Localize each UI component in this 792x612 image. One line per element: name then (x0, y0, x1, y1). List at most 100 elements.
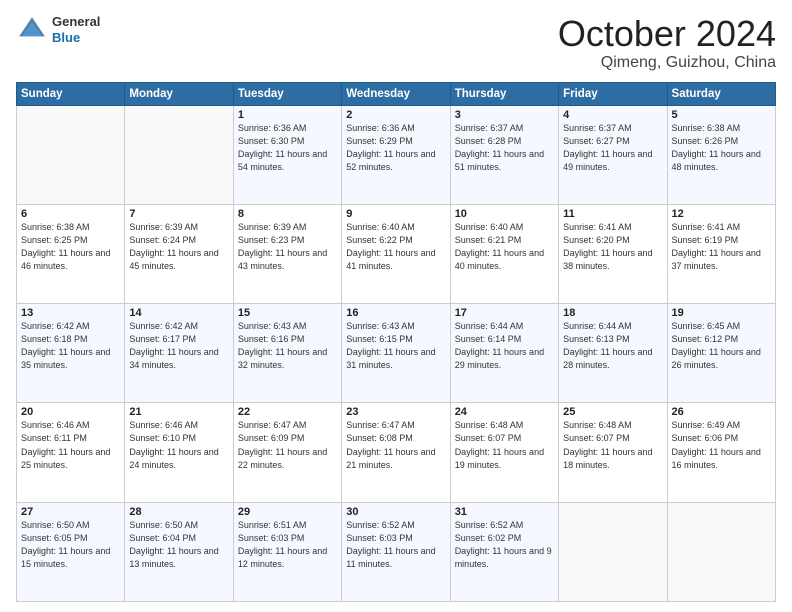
calendar-header-row: SundayMondayTuesdayWednesdayThursdayFrid… (17, 82, 776, 105)
calendar-cell: 2Sunrise: 6:36 AMSunset: 6:29 PMDaylight… (342, 105, 450, 204)
day-number: 4 (563, 109, 662, 121)
calendar-week-row: 13Sunrise: 6:42 AMSunset: 6:18 PMDayligh… (17, 304, 776, 403)
day-number: 24 (455, 406, 554, 418)
location-title: Qimeng, Guizhou, China (558, 54, 776, 72)
day-info: Sunrise: 6:50 AMSunset: 6:04 PMDaylight:… (129, 519, 228, 571)
calendar-cell: 9Sunrise: 6:40 AMSunset: 6:22 PMDaylight… (342, 204, 450, 303)
day-number: 5 (672, 109, 771, 121)
calendar-cell: 15Sunrise: 6:43 AMSunset: 6:16 PMDayligh… (233, 304, 341, 403)
day-number: 20 (21, 406, 120, 418)
calendar-cell: 24Sunrise: 6:48 AMSunset: 6:07 PMDayligh… (450, 403, 558, 502)
calendar-cell: 19Sunrise: 6:45 AMSunset: 6:12 PMDayligh… (667, 304, 775, 403)
day-info: Sunrise: 6:52 AMSunset: 6:02 PMDaylight:… (455, 519, 554, 571)
calendar-cell: 7Sunrise: 6:39 AMSunset: 6:24 PMDaylight… (125, 204, 233, 303)
calendar-cell: 22Sunrise: 6:47 AMSunset: 6:09 PMDayligh… (233, 403, 341, 502)
day-info: Sunrise: 6:46 AMSunset: 6:10 PMDaylight:… (129, 419, 228, 471)
logo-icon (16, 14, 48, 46)
day-number: 14 (129, 307, 228, 319)
day-number: 9 (346, 208, 445, 220)
calendar-cell: 31Sunrise: 6:52 AMSunset: 6:02 PMDayligh… (450, 502, 558, 601)
calendar-cell (559, 502, 667, 601)
calendar-cell: 5Sunrise: 6:38 AMSunset: 6:26 PMDaylight… (667, 105, 775, 204)
day-info: Sunrise: 6:38 AMSunset: 6:25 PMDaylight:… (21, 221, 120, 273)
day-number: 6 (21, 208, 120, 220)
day-info: Sunrise: 6:48 AMSunset: 6:07 PMDaylight:… (455, 419, 554, 471)
day-info: Sunrise: 6:40 AMSunset: 6:21 PMDaylight:… (455, 221, 554, 273)
weekday-header: Saturday (667, 82, 775, 105)
day-info: Sunrise: 6:36 AMSunset: 6:29 PMDaylight:… (346, 122, 445, 174)
calendar-cell: 1Sunrise: 6:36 AMSunset: 6:30 PMDaylight… (233, 105, 341, 204)
weekday-header: Wednesday (342, 82, 450, 105)
calendar-cell: 11Sunrise: 6:41 AMSunset: 6:20 PMDayligh… (559, 204, 667, 303)
day-info: Sunrise: 6:41 AMSunset: 6:20 PMDaylight:… (563, 221, 662, 273)
day-info: Sunrise: 6:43 AMSunset: 6:16 PMDaylight:… (238, 320, 337, 372)
calendar-week-row: 20Sunrise: 6:46 AMSunset: 6:11 PMDayligh… (17, 403, 776, 502)
calendar-cell: 4Sunrise: 6:37 AMSunset: 6:27 PMDaylight… (559, 105, 667, 204)
weekday-header: Sunday (17, 82, 125, 105)
day-info: Sunrise: 6:36 AMSunset: 6:30 PMDaylight:… (238, 122, 337, 174)
day-number: 25 (563, 406, 662, 418)
calendar-cell: 30Sunrise: 6:52 AMSunset: 6:03 PMDayligh… (342, 502, 450, 601)
day-info: Sunrise: 6:47 AMSunset: 6:09 PMDaylight:… (238, 419, 337, 471)
day-info: Sunrise: 6:40 AMSunset: 6:22 PMDaylight:… (346, 221, 445, 273)
day-info: Sunrise: 6:37 AMSunset: 6:28 PMDaylight:… (455, 122, 554, 174)
calendar-week-row: 1Sunrise: 6:36 AMSunset: 6:30 PMDaylight… (17, 105, 776, 204)
day-number: 28 (129, 506, 228, 518)
calendar-cell: 10Sunrise: 6:40 AMSunset: 6:21 PMDayligh… (450, 204, 558, 303)
day-number: 17 (455, 307, 554, 319)
calendar-table: SundayMondayTuesdayWednesdayThursdayFrid… (16, 82, 776, 602)
day-info: Sunrise: 6:47 AMSunset: 6:08 PMDaylight:… (346, 419, 445, 471)
calendar-cell: 16Sunrise: 6:43 AMSunset: 6:15 PMDayligh… (342, 304, 450, 403)
day-number: 22 (238, 406, 337, 418)
weekday-header: Thursday (450, 82, 558, 105)
day-info: Sunrise: 6:39 AMSunset: 6:23 PMDaylight:… (238, 221, 337, 273)
calendar-cell (17, 105, 125, 204)
calendar-cell (125, 105, 233, 204)
day-number: 3 (455, 109, 554, 121)
day-number: 19 (672, 307, 771, 319)
day-info: Sunrise: 6:48 AMSunset: 6:07 PMDaylight:… (563, 419, 662, 471)
calendar-cell: 27Sunrise: 6:50 AMSunset: 6:05 PMDayligh… (17, 502, 125, 601)
day-number: 13 (21, 307, 120, 319)
day-number: 23 (346, 406, 445, 418)
logo-general-text: General (52, 14, 100, 30)
calendar-cell: 23Sunrise: 6:47 AMSunset: 6:08 PMDayligh… (342, 403, 450, 502)
day-number: 29 (238, 506, 337, 518)
day-info: Sunrise: 6:44 AMSunset: 6:14 PMDaylight:… (455, 320, 554, 372)
weekday-header: Tuesday (233, 82, 341, 105)
day-number: 2 (346, 109, 445, 121)
calendar-cell (667, 502, 775, 601)
calendar-cell: 6Sunrise: 6:38 AMSunset: 6:25 PMDaylight… (17, 204, 125, 303)
day-number: 12 (672, 208, 771, 220)
day-info: Sunrise: 6:49 AMSunset: 6:06 PMDaylight:… (672, 419, 771, 471)
logo-blue-text: Blue (52, 30, 100, 46)
calendar-cell: 25Sunrise: 6:48 AMSunset: 6:07 PMDayligh… (559, 403, 667, 502)
weekday-header: Monday (125, 82, 233, 105)
calendar-cell: 18Sunrise: 6:44 AMSunset: 6:13 PMDayligh… (559, 304, 667, 403)
calendar-cell: 14Sunrise: 6:42 AMSunset: 6:17 PMDayligh… (125, 304, 233, 403)
day-number: 15 (238, 307, 337, 319)
day-info: Sunrise: 6:41 AMSunset: 6:19 PMDaylight:… (672, 221, 771, 273)
day-number: 31 (455, 506, 554, 518)
day-info: Sunrise: 6:51 AMSunset: 6:03 PMDaylight:… (238, 519, 337, 571)
day-number: 8 (238, 208, 337, 220)
day-info: Sunrise: 6:45 AMSunset: 6:12 PMDaylight:… (672, 320, 771, 372)
calendar-cell: 12Sunrise: 6:41 AMSunset: 6:19 PMDayligh… (667, 204, 775, 303)
day-number: 18 (563, 307, 662, 319)
day-info: Sunrise: 6:52 AMSunset: 6:03 PMDaylight:… (346, 519, 445, 571)
month-title: October 2024 (558, 14, 776, 54)
calendar-week-row: 27Sunrise: 6:50 AMSunset: 6:05 PMDayligh… (17, 502, 776, 601)
day-info: Sunrise: 6:44 AMSunset: 6:13 PMDaylight:… (563, 320, 662, 372)
calendar-week-row: 6Sunrise: 6:38 AMSunset: 6:25 PMDaylight… (17, 204, 776, 303)
day-number: 1 (238, 109, 337, 121)
day-info: Sunrise: 6:37 AMSunset: 6:27 PMDaylight:… (563, 122, 662, 174)
calendar-cell: 28Sunrise: 6:50 AMSunset: 6:04 PMDayligh… (125, 502, 233, 601)
day-number: 26 (672, 406, 771, 418)
calendar-cell: 3Sunrise: 6:37 AMSunset: 6:28 PMDaylight… (450, 105, 558, 204)
day-info: Sunrise: 6:42 AMSunset: 6:18 PMDaylight:… (21, 320, 120, 372)
day-number: 7 (129, 208, 228, 220)
calendar-cell: 8Sunrise: 6:39 AMSunset: 6:23 PMDaylight… (233, 204, 341, 303)
day-number: 10 (455, 208, 554, 220)
calendar-cell: 29Sunrise: 6:51 AMSunset: 6:03 PMDayligh… (233, 502, 341, 601)
header: General Blue October 2024 Qimeng, Guizho… (16, 14, 776, 72)
